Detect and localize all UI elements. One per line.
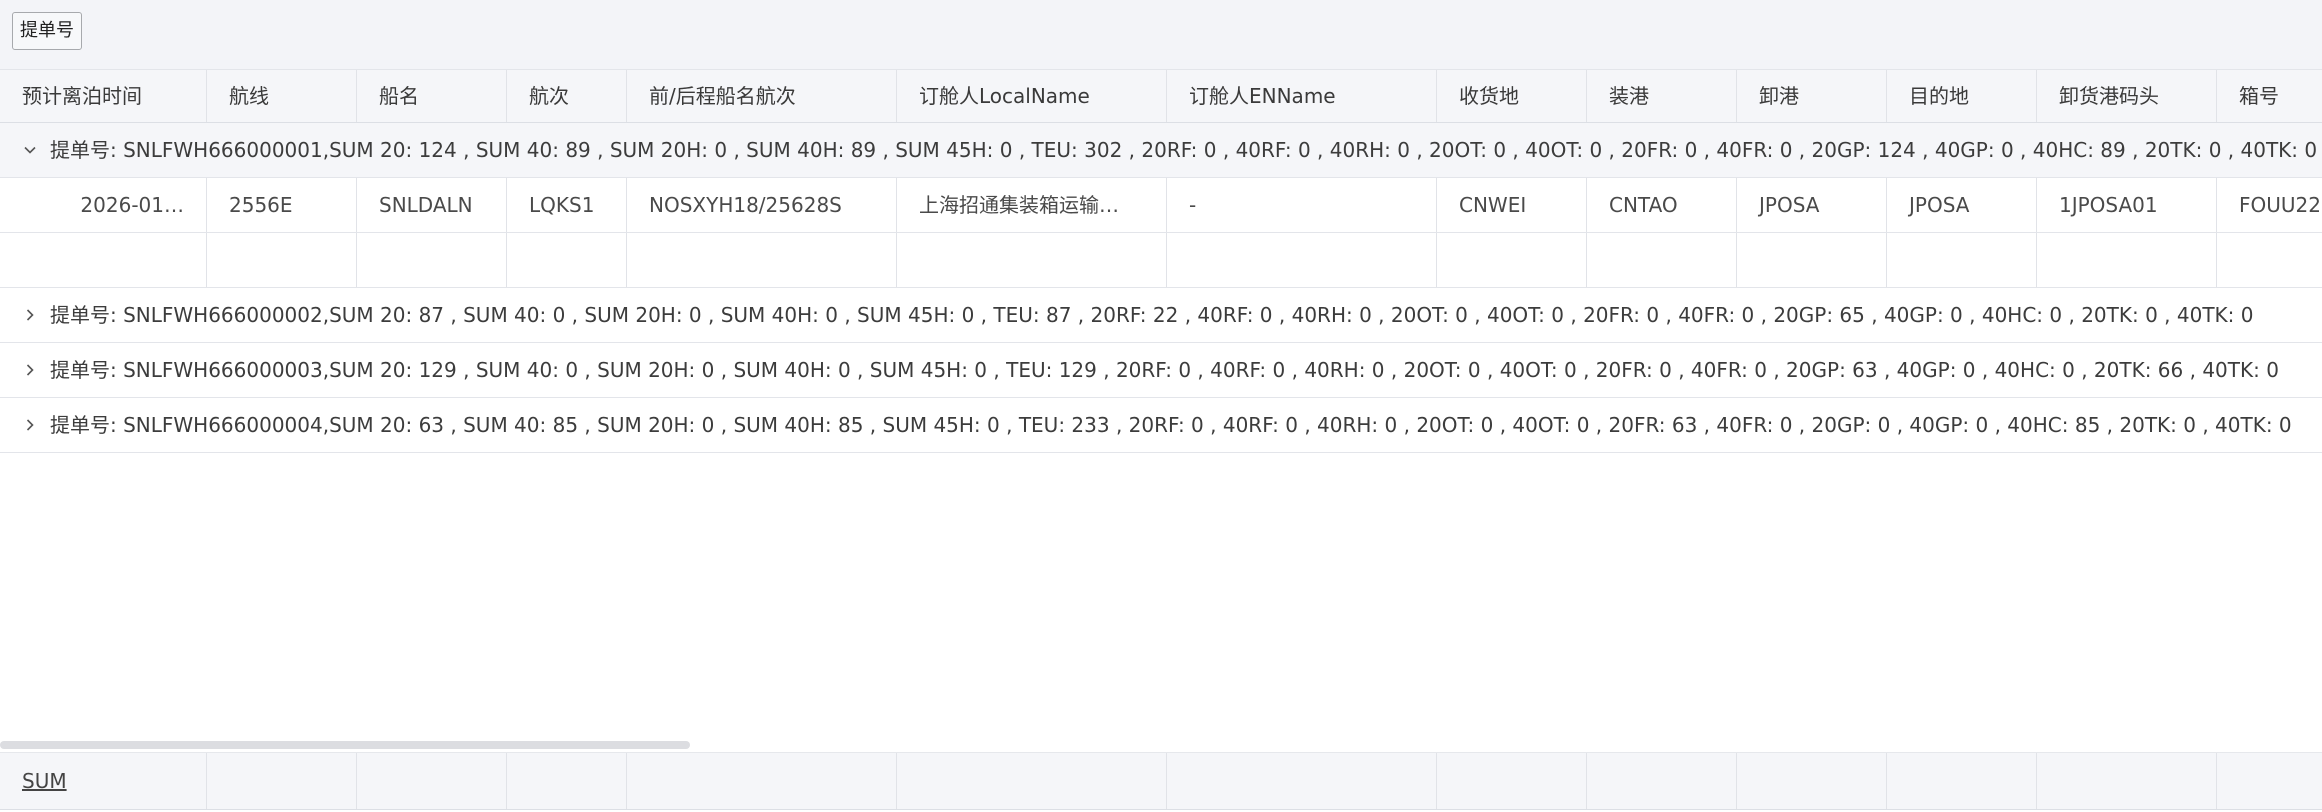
cell-etd [0, 233, 207, 287]
sum-link[interactable]: SUM [22, 769, 67, 793]
column-header-booker-local[interactable]: 订舱人LocalName [897, 70, 1167, 122]
cell-container-no: FOUU22 [2239, 193, 2321, 217]
cell-vessel [357, 233, 507, 287]
cell-booker-local [897, 233, 1167, 287]
cell-receipt-place: CNWEI [1437, 178, 1587, 232]
footer-cell [2217, 753, 2322, 809]
group-summary: 提单号: SNLFWH666000003,SUM 20: 129 , SUM 4… [50, 358, 2279, 382]
footer-cell [1167, 753, 1437, 809]
cell-booker-en: - [1167, 178, 1437, 232]
chevron-right-icon[interactable] [22, 343, 38, 397]
footer-cell [357, 753, 507, 809]
footer-cell [207, 753, 357, 809]
chevron-right-icon[interactable] [22, 398, 38, 452]
footer-cell [2037, 753, 2217, 809]
chevron-down-icon[interactable] [22, 123, 38, 177]
footer-cell [897, 753, 1167, 809]
cell-route: 2556E [207, 178, 357, 232]
column-header-receipt-place[interactable]: 收货地 [1437, 70, 1587, 122]
cell-voyage: LQKS1 [507, 178, 627, 232]
summary-footer: SUM [0, 752, 2322, 810]
column-header-load-port[interactable]: 装港 [1587, 70, 1737, 122]
group-summary: 提单号: SNLFWH666000001,SUM 20: 124 , SUM 4… [50, 138, 2318, 162]
group-row[interactable]: 提单号: SNLFWH666000003,SUM 20: 129 , SUM 4… [0, 343, 2322, 398]
cell-discharge-terminal: 1JPOSA01 [2037, 178, 2217, 232]
cell-receipt-place [1437, 233, 1587, 287]
column-header-booker-en[interactable]: 订舱人ENName [1167, 70, 1437, 122]
column-header-route[interactable]: 航线 [207, 70, 357, 122]
footer-cell [1737, 753, 1887, 809]
column-header-destination[interactable]: 目的地 [1887, 70, 2037, 122]
toolbar: 提单号 [0, 0, 2322, 70]
group-row[interactable]: 提单号: SNLFWH666000001,SUM 20: 124 , SUM 4… [0, 123, 2322, 178]
cell-container-no [2217, 233, 2322, 287]
cell-discharge-port [1737, 233, 1887, 287]
table-header: 预计离泊时间 航线 船名 航次 前/后程船名航次 订舱人LocalName 订舱… [0, 70, 2322, 123]
cell-destination [1887, 233, 2037, 287]
column-header-vessel[interactable]: 船名 [357, 70, 507, 122]
cell-etd: 2026-01… [0, 178, 207, 232]
column-header-discharge-port[interactable]: 卸港 [1737, 70, 1887, 122]
column-header-discharge-terminal[interactable]: 卸货港码头 [2037, 70, 2217, 122]
footer-cell [1437, 753, 1587, 809]
cell-load-port [1587, 233, 1737, 287]
cell-booker-en [1167, 233, 1437, 287]
cell-pre-post-vessel [627, 233, 897, 287]
group-summary: 提单号: SNLFWH666000002,SUM 20: 87 , SUM 40… [50, 303, 2254, 327]
column-header-pre-post-vessel[interactable]: 前/后程船名航次 [627, 70, 897, 122]
column-header-container-no[interactable]: 箱号 [2217, 70, 2322, 122]
footer-cell [507, 753, 627, 809]
chevron-right-icon[interactable] [22, 288, 38, 342]
column-header-voyage[interactable]: 航次 [507, 70, 627, 122]
cell-pre-post-vessel: NOSXYH18/25628S [627, 178, 897, 232]
footer-cell [1887, 753, 2037, 809]
column-header-etd[interactable]: 预计离泊时间 [0, 70, 207, 122]
table-row[interactable] [0, 233, 2322, 288]
footer-cell [627, 753, 897, 809]
horizontal-scrollbar[interactable] [0, 738, 2322, 752]
group-row[interactable]: 提单号: SNLFWH666000004,SUM 20: 63 , SUM 40… [0, 398, 2322, 453]
group-by-bill-button[interactable]: 提单号 [12, 12, 82, 50]
footer-cell [1587, 753, 1737, 809]
table-row[interactable]: 2026-01… 2556E SNLDALN LQKS1 NOSXYH18/25… [0, 178, 2322, 233]
group-row[interactable]: 提单号: SNLFWH666000002,SUM 20: 87 , SUM 40… [0, 288, 2322, 343]
cell-discharge-port: JPOSA [1737, 178, 1887, 232]
horizontal-scrollbar-thumb[interactable] [0, 741, 690, 749]
cell-route [207, 233, 357, 287]
cell-destination: JPOSA [1887, 178, 2037, 232]
cell-booker-local: 上海招通集装箱运输… [897, 178, 1167, 232]
cell-load-port: CNTAO [1587, 178, 1737, 232]
cell-vessel: SNLDALN [357, 178, 507, 232]
cell-discharge-terminal [2037, 233, 2217, 287]
cell-voyage [507, 233, 627, 287]
footer-sum-cell: SUM [0, 753, 207, 809]
group-summary: 提单号: SNLFWH666000004,SUM 20: 63 , SUM 40… [50, 413, 2292, 437]
